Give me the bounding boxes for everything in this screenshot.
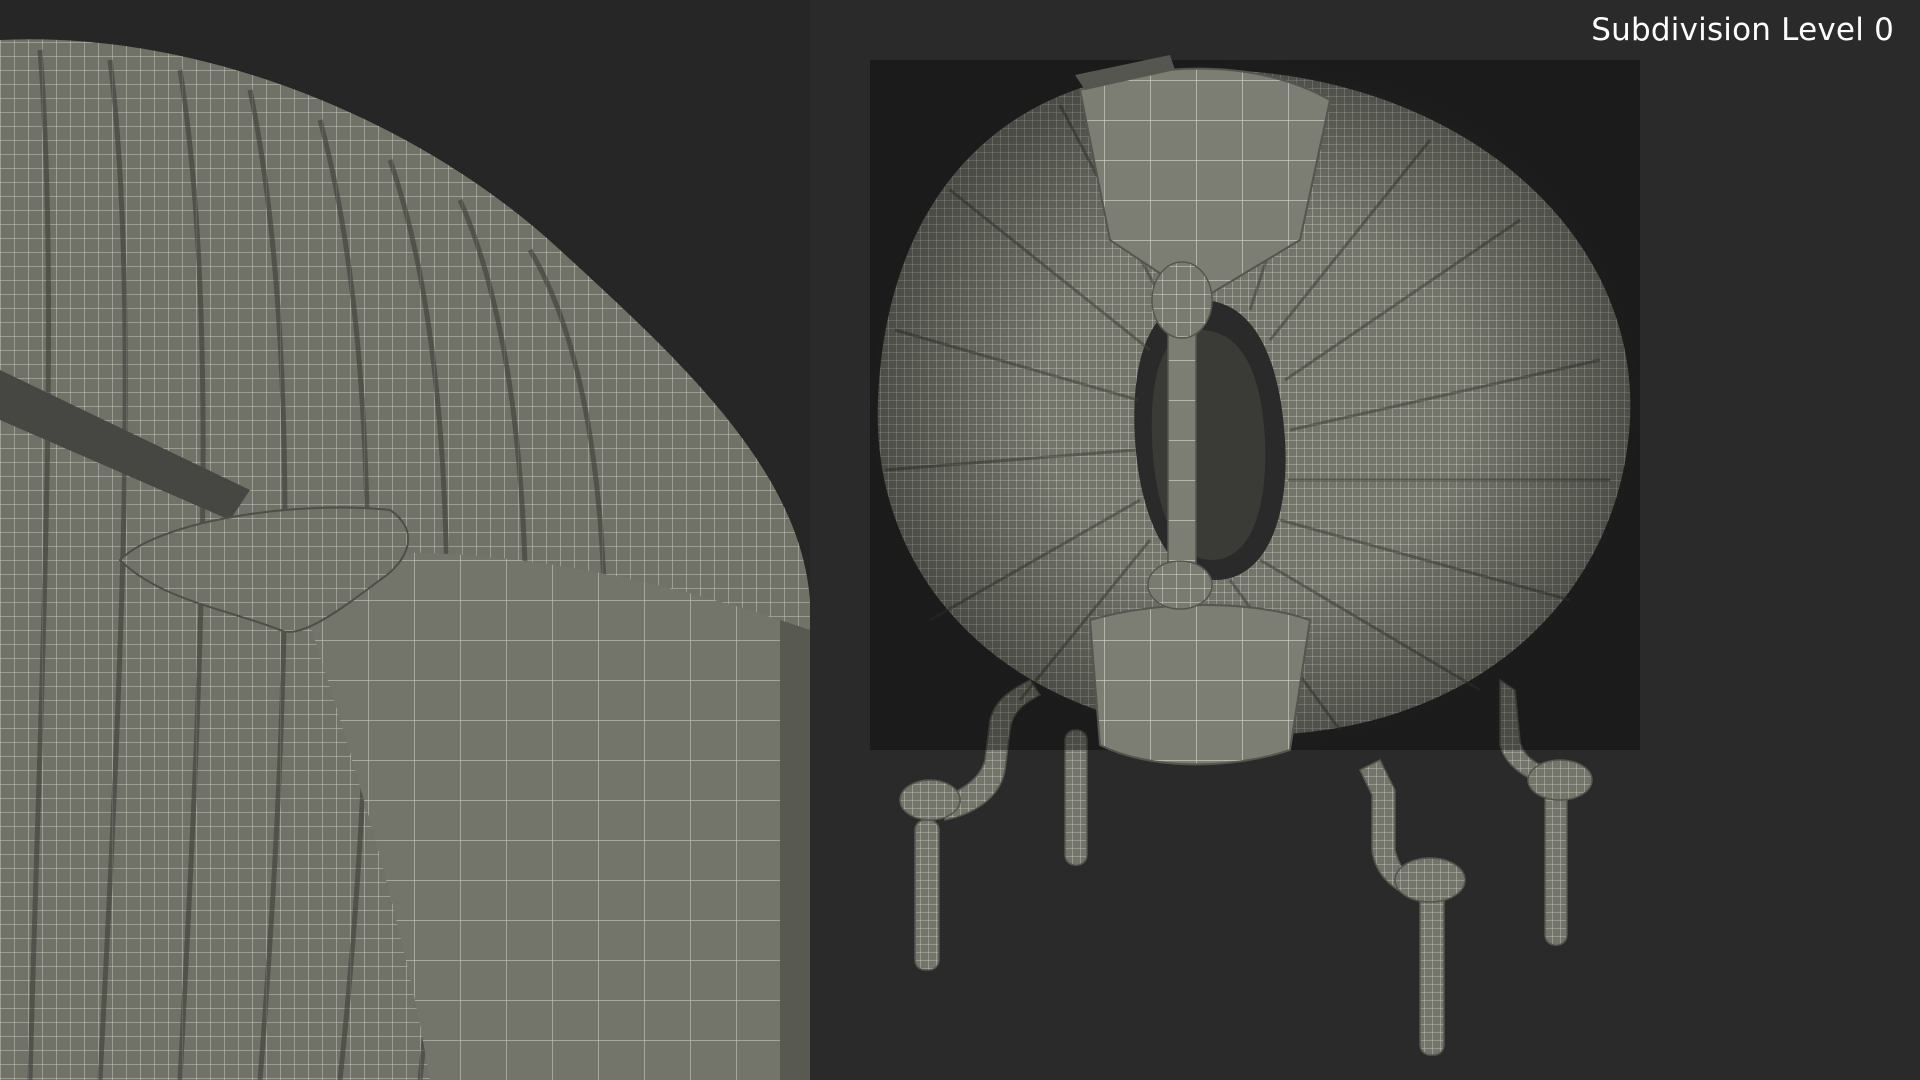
core-divider-strip xyxy=(1167,319,1197,571)
full-view xyxy=(870,55,1640,1056)
render-canvas xyxy=(0,0,1640,1080)
divider-cap-bottom xyxy=(1147,560,1213,610)
solder-blob-left xyxy=(899,779,961,821)
solder-blob-right xyxy=(1394,857,1466,903)
solder-blob-far-right xyxy=(1527,759,1593,801)
pin-front-left xyxy=(914,819,940,971)
subdivision-level-label: Subdivision Level 0 xyxy=(1591,12,1894,48)
pin-back-right xyxy=(1544,789,1568,946)
closeup-view xyxy=(0,0,810,1080)
pin-back-left xyxy=(1064,729,1088,866)
pin-front-right xyxy=(1419,879,1445,1056)
divider-cap-top xyxy=(1151,261,1213,339)
toroid-core-front xyxy=(1088,604,1312,766)
viewport: Subdivision Level 0 xyxy=(0,0,1920,1080)
